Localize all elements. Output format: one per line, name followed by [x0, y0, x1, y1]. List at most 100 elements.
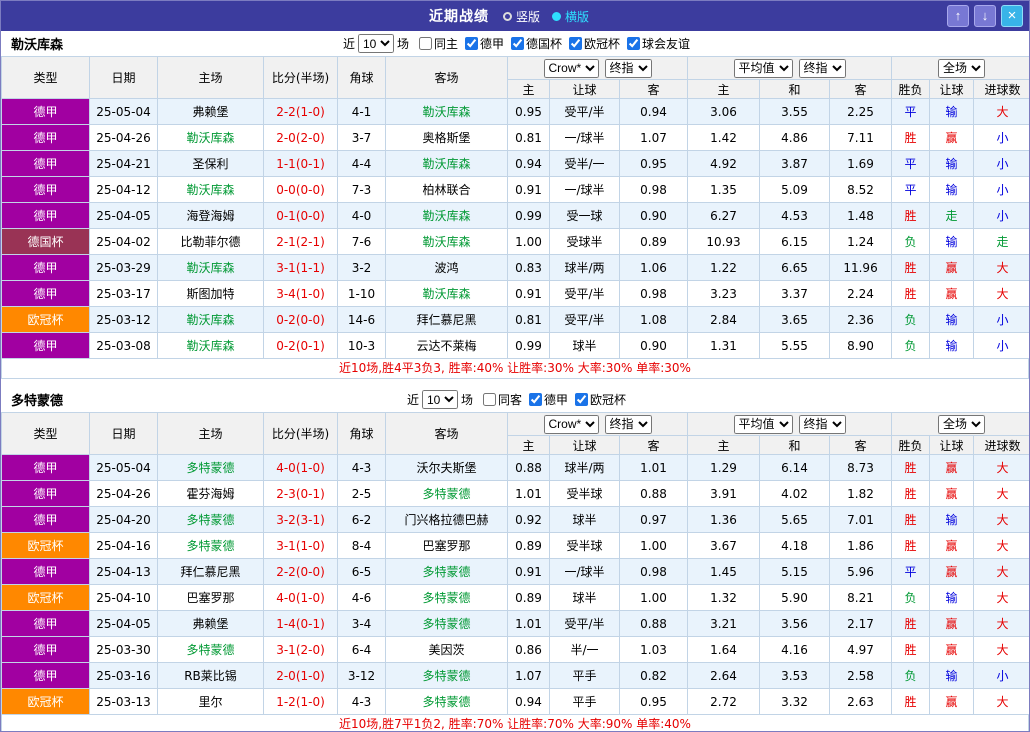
checkbox-input[interactable]	[529, 393, 542, 406]
results-table: 类型 日期 主场 比分(半场) 角球 客场 Crow* 终指 平均值 终指 全场主让球客主和客胜负让…	[1, 56, 1029, 359]
summary-row: 近10场,胜7平1负2, 胜率:70% 让胜率:70% 大率:90% 单率:40…	[1, 715, 1029, 731]
away-team: 多特蒙德	[385, 480, 508, 507]
handicap-source-select[interactable]: Crow*	[543, 414, 599, 434]
result-goals: 大	[973, 454, 1029, 481]
checkbox-input[interactable]	[511, 37, 524, 50]
eu-away-odds: 4.97	[829, 636, 893, 663]
scope-select[interactable]: 全场	[938, 58, 986, 78]
ah-line: 受半球	[549, 532, 620, 559]
result-handicap: 输	[929, 662, 975, 689]
checkbox-input[interactable]	[464, 37, 478, 50]
column-header: 进球数	[973, 435, 1029, 455]
odds-group-header: Crow* 终指	[506, 412, 689, 436]
result-goals: 小	[973, 306, 1029, 333]
recent-count-select[interactable]: 10	[421, 390, 458, 409]
games-label: 场	[460, 393, 473, 407]
filter-checkbox-1[interactable]: 德甲	[464, 35, 504, 52]
filter-checkbox-0[interactable]: 同客	[482, 391, 522, 408]
near-label: 近	[406, 393, 419, 407]
layout-option-label: 横版	[565, 9, 590, 24]
result-outcome: 平	[891, 176, 931, 203]
filter-checkbox-3[interactable]: 欧冠杯	[569, 35, 620, 52]
move-up-button[interactable]: ↑	[947, 5, 969, 27]
column-header: 主	[687, 435, 761, 455]
layout-option-vertical[interactable]: 竖版	[502, 8, 540, 25]
checkbox-input[interactable]	[482, 393, 496, 406]
column-header: 让球	[549, 435, 620, 455]
eu-home-odds: 1.32	[687, 584, 761, 611]
layout-option-horizontal[interactable]: 横版	[552, 8, 589, 25]
filter-checkbox-0[interactable]: 同主	[418, 35, 458, 52]
eu-away-odds: 2.36	[829, 306, 893, 333]
filter-checkbox-4[interactable]: 球会友谊	[627, 35, 690, 52]
ah-away-odds: 0.95	[618, 150, 689, 177]
handicap-source-select[interactable]: Crow*	[543, 58, 599, 78]
result-goals: 大	[973, 636, 1029, 663]
corner-score: 4-3	[337, 688, 386, 715]
odds-group-header: 全场	[891, 56, 1029, 80]
match-score: 4-0(1-0)	[263, 584, 338, 611]
checkbox-label: 欧冠杯	[584, 37, 621, 51]
titlebar: 近期战绩 竖版 横版 ↑ ↓ ×	[1, 1, 1029, 31]
home-team: 勒沃库森	[157, 332, 264, 359]
match-date: 25-03-29	[89, 254, 158, 281]
eu-draw-odds: 4.02	[759, 480, 831, 507]
eu-away-odds: 7.11	[829, 124, 893, 151]
move-down-button[interactable]: ↓	[974, 5, 996, 27]
column-header: 主	[687, 79, 761, 99]
europe-stage-select[interactable]: 终指	[798, 414, 846, 434]
eu-away-odds: 11.96	[829, 254, 893, 281]
filter-checkbox-2[interactable]: 欧冠杯	[575, 391, 626, 408]
result-outcome: 胜	[891, 454, 931, 481]
match-score: 1-4(0-1)	[263, 610, 338, 637]
result-handicap: 输	[929, 332, 975, 359]
checkbox-input[interactable]	[418, 37, 432, 50]
checkbox-input[interactable]	[569, 37, 583, 50]
result-goals: 大	[973, 532, 1029, 559]
corner-score: 3-12	[337, 662, 386, 689]
europe-source-select[interactable]: 平均值	[733, 58, 793, 78]
eu-home-odds: 1.31	[687, 332, 761, 359]
home-team: RB莱比锡	[157, 662, 264, 689]
layout-option-label: 竖版	[515, 9, 540, 24]
checkbox-label: 同主	[433, 37, 458, 51]
filter-checkbox-1[interactable]: 德甲	[529, 391, 568, 408]
match-score: 2-1(2-1)	[263, 228, 338, 255]
home-team: 海登海姆	[157, 202, 264, 229]
home-team: 多特蒙德	[157, 454, 264, 481]
checkbox-input[interactable]	[575, 393, 589, 406]
ah-home-odds: 0.89	[507, 532, 550, 559]
result-outcome: 负	[891, 306, 931, 333]
europe-stage-select[interactable]: 终指	[798, 58, 846, 78]
filter-checkbox-2[interactable]: 德国杯	[511, 35, 562, 52]
close-button[interactable]: ×	[1001, 5, 1023, 27]
recent-results-panel: 近期战绩 竖版 横版 ↑ ↓ × 勒沃库森近 10 场同主 德甲 德国杯 欧冠杯 球会友谊 类型…	[0, 0, 1030, 732]
europe-source-select[interactable]: 平均值	[733, 414, 793, 434]
away-team: 多特蒙德	[385, 584, 508, 611]
league-badge: 德甲	[1, 280, 90, 307]
eu-draw-odds: 5.09	[759, 176, 831, 203]
handicap-stage-select[interactable]: 终指	[604, 414, 652, 434]
home-team: 勒沃库森	[157, 176, 264, 203]
home-team: 巴塞罗那	[157, 584, 264, 611]
result-goals: 大	[973, 688, 1029, 715]
recent-count-select[interactable]: 10	[357, 34, 394, 53]
league-badge: 德甲	[1, 454, 90, 481]
near-label: 近	[342, 37, 355, 51]
ah-away-odds: 0.90	[618, 202, 689, 229]
result-handicap: 赢	[929, 610, 975, 637]
checkbox-label: 欧冠杯	[590, 393, 627, 407]
ah-line: 受平/半	[549, 98, 620, 125]
match-date: 25-04-05	[89, 202, 158, 229]
ah-home-odds: 1.01	[507, 610, 550, 637]
ah-away-odds: 1.03	[618, 636, 689, 663]
results-table: 类型 日期 主场 比分(半场) 角球 客场 Crow* 终指 平均值 终指 全场主让球客主和客胜负让…	[1, 412, 1029, 715]
match-date: 25-04-02	[89, 228, 158, 255]
ah-away-odds: 0.88	[618, 610, 689, 637]
handicap-stage-select[interactable]: 终指	[604, 58, 652, 78]
checkbox-input[interactable]	[627, 37, 641, 50]
scope-select[interactable]: 全场	[938, 414, 986, 434]
ah-line: 球半/两	[549, 254, 620, 281]
corner-score: 6-4	[337, 636, 386, 663]
column-header: 比分(半场)	[263, 56, 338, 99]
